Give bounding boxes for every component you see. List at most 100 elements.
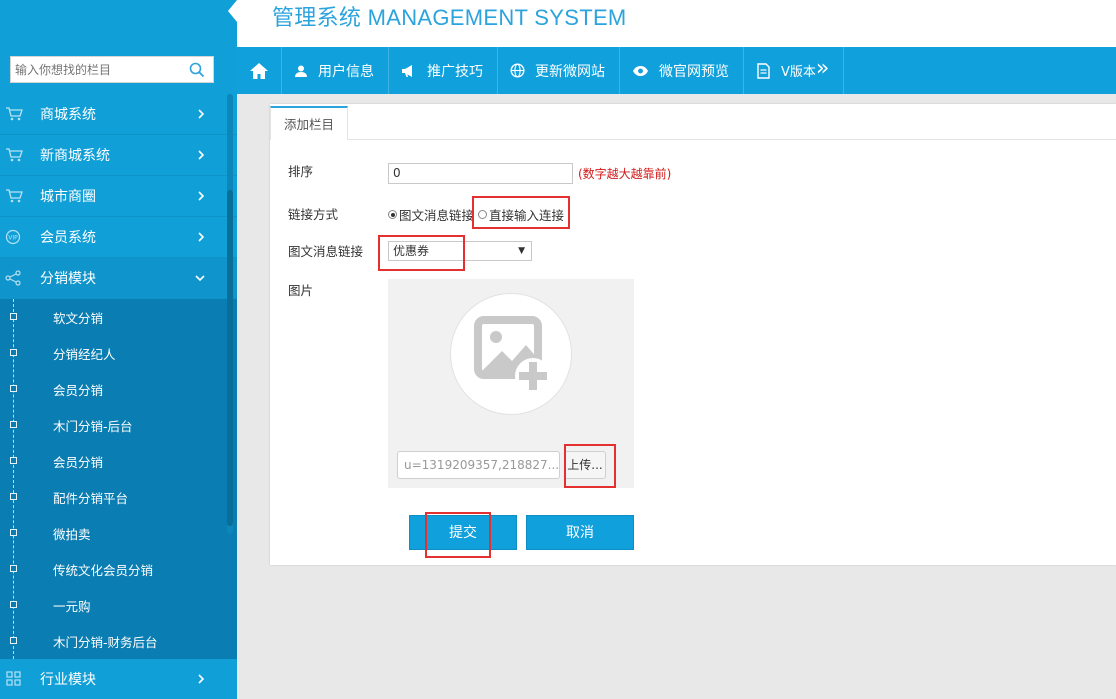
cancel-button[interactable]: 取消 [526,515,634,550]
highlight-upload [564,444,616,488]
topnav-site-preview[interactable]: 微官网预览 [620,47,744,94]
home-button[interactable] [237,47,282,94]
vip-icon: VIP [5,229,21,245]
topnav-label: 推广技巧 [427,63,483,80]
submenu-dot [10,385,17,392]
submenu-item-label: 软文分销 [53,310,104,326]
submenu-dot [10,493,17,500]
add-image-icon [474,316,551,394]
highlight-direct-link [472,196,570,229]
submenu-dot [10,601,17,608]
topnav-version[interactable]: V版本 » [744,47,845,94]
submenu-dot [10,529,17,536]
topnav-promotion-tips[interactable]: 推广技巧 [389,47,498,94]
order-label: 排序 [288,164,314,179]
submenu-dot [10,313,17,320]
submenu-dot [10,637,17,644]
image-placeholder[interactable] [450,293,572,415]
search-icon[interactable] [189,62,205,78]
sidebar-submenu: 软文分销 分销经纪人 会员分销 木门分销-后台 会员分销 配件分销平台 微拍卖 … [0,299,237,659]
cart-icon [6,148,23,162]
topnav-update-site[interactable]: 更新微网站 [498,47,620,94]
top-nav: 用户信息 推广技巧 更新微网站 微官网预览 V版本 » [237,47,1116,94]
submenu-item[interactable]: 微拍卖 [0,515,237,551]
sidebar-scrollbar[interactable] [227,94,233,534]
tab-add-column[interactable]: 添加栏目 [270,106,349,140]
msg-link-label: 图文消息链接 [288,244,364,259]
submenu-item-label: 一元购 [53,598,91,614]
sidebar-item-city-district[interactable]: 城市商圈 [0,176,237,217]
chevron-right-icon [198,150,205,160]
sidebar-item-label: 城市商圈 [40,189,96,205]
submenu-item[interactable]: 传统文化会员分销 [0,551,237,587]
chevron-right-icon [198,674,205,684]
chevron-right-icon [198,191,205,201]
submenu-item[interactable]: 配件分销平台 [0,479,237,515]
submenu-item-label: 木门分销-后台 [53,418,133,434]
cart-icon [6,107,23,121]
highlight-select [378,235,465,271]
sidebar-search [10,56,214,83]
topnav-label: 微官网预览 [659,63,729,80]
home-icon [250,62,268,79]
main-panel: 添加栏目 排序 0 (数字越大越靠前) 链接方式 图文消息链接 直接输入连接 图… [270,104,1116,565]
submenu-item[interactable]: 一元购 [0,587,237,623]
order-input[interactable]: 0 [388,163,573,184]
submenu-dot [10,349,17,356]
globe-icon [510,63,525,78]
submenu-item-label: 分销经纪人 [53,346,116,362]
link-type-label: 链接方式 [288,207,339,222]
sidebar-item-label: 会员系统 [40,230,96,246]
chevron-right-icon [198,232,205,242]
submenu-item[interactable]: 软文分销 [0,299,237,335]
topnav-label: V版本 [781,65,816,80]
radio-msg-link[interactable]: 图文消息链接 [388,205,474,224]
header-notch [228,0,237,22]
submenu-item-label: 微拍卖 [53,526,91,542]
order-hint: (数字越大越靠前) [578,167,672,181]
chevron-down-icon [195,275,205,282]
sidebar-item-member[interactable]: VIP 会员系统 [0,217,237,258]
topnav-user-info[interactable]: 用户信息 [282,47,389,94]
highlight-submit [425,512,491,558]
submenu-item-label: 木门分销-财务后台 [53,634,158,650]
megaphone-icon [402,64,412,77]
scrollbar-thumb[interactable] [227,190,233,526]
sidebar-item-label: 新商城系统 [40,148,110,164]
cart-icon [6,189,23,203]
dropdown-arrow-icon: ▼ [518,246,525,256]
submenu-item[interactable]: 会员分销 [0,443,237,479]
submenu-item-label: 会员分销 [53,454,104,470]
image-label: 图片 [288,283,314,298]
sidebar-item-distribution[interactable]: 分销模块 [0,258,237,299]
svg-text:VIP: VIP [8,235,18,242]
submenu-item[interactable]: 会员分销 [0,371,237,407]
submenu-dot [10,457,17,464]
page-title: 管理系统 MANAGEMENT SYSTEM [272,5,627,30]
sidebar-item-label: 商城系统 [40,107,96,123]
eye-icon [633,65,648,76]
search-input[interactable] [11,57,181,82]
submenu-item[interactable]: 木门分销-财务后台 [0,623,237,659]
share-icon [5,270,21,286]
submenu-item-label: 会员分销 [53,382,104,398]
sidebar-nav: 商城系统 新商城系统 城市商圈 VIP 会员系统 分销模块 软文分销 分销经纪人 [0,94,237,699]
radio-button-checked[interactable] [388,210,397,219]
submenu-item[interactable]: 木门分销-后台 [0,407,237,443]
more-icon[interactable]: » [816,57,829,79]
submenu-item[interactable]: 分销经纪人 [0,335,237,371]
grid-icon [6,671,21,686]
submenu-dot [10,565,17,572]
submenu-item-label: 传统文化会员分销 [53,562,154,578]
topnav-label: 更新微网站 [535,63,605,80]
sidebar-item-industry[interactable]: 行业模块 [0,659,237,699]
tab-bar: 添加栏目 [270,104,1116,140]
sidebar: 商城系统 新商城系统 城市商圈 VIP 会员系统 分销模块 软文分销 分销经纪人 [0,0,237,699]
sidebar-item-mall[interactable]: 商城系统 [0,94,237,135]
header: 管理系统 MANAGEMENT SYSTEM [228,0,1116,47]
radio-label: 图文消息链接 [399,208,475,223]
submenu-dot [10,421,17,428]
file-name-field[interactable]: u=1319209357,218827... [397,451,560,479]
sidebar-item-new-mall[interactable]: 新商城系统 [0,135,237,176]
sidebar-top [0,0,237,94]
